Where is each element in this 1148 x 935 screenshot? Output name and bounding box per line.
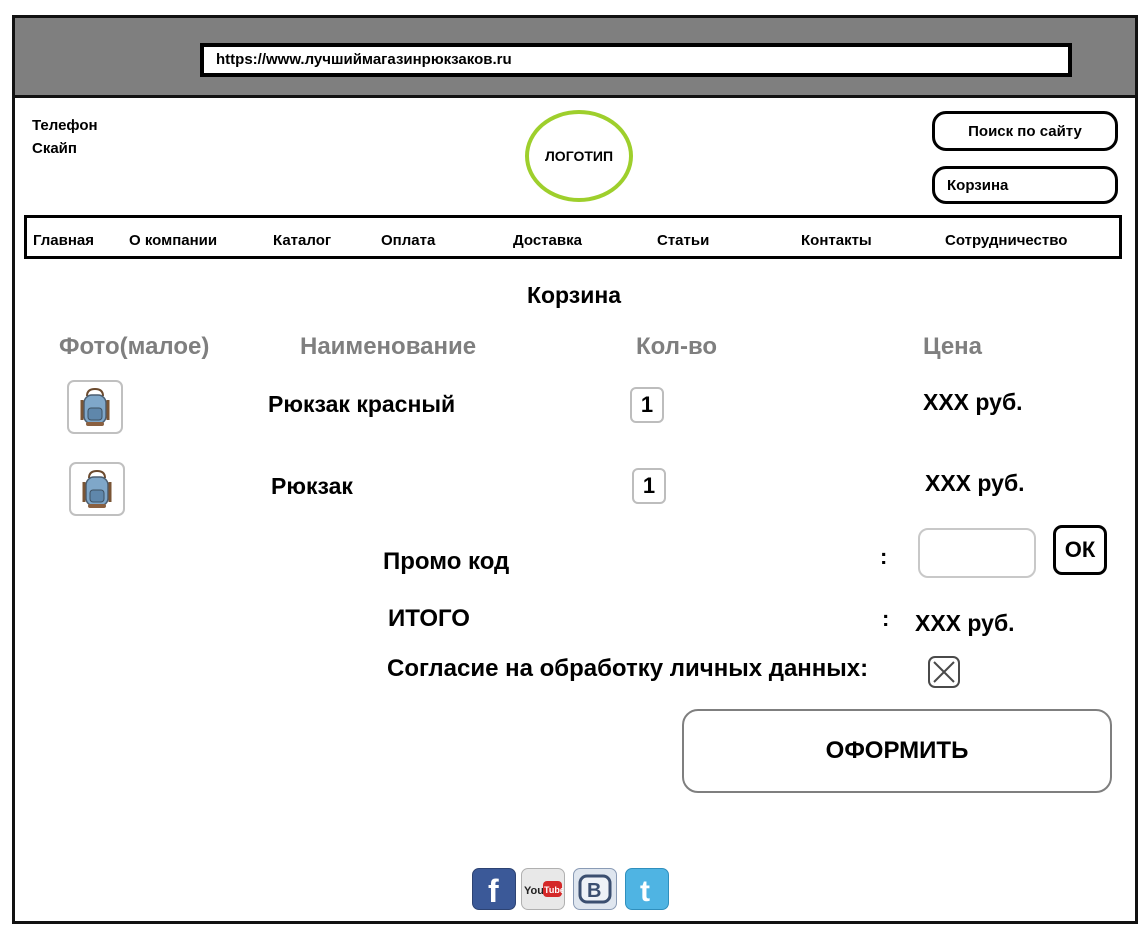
- backpack-icon: [82, 469, 112, 508]
- nav-item-about[interactable]: О компании: [129, 232, 217, 249]
- cart-button-label: Корзина: [947, 176, 1009, 194]
- svg-text:Tube: Tube: [544, 885, 563, 895]
- quantity-field[interactable]: 1: [632, 468, 666, 504]
- nav-item-catalog[interactable]: Каталог: [273, 232, 331, 249]
- quantity-field[interactable]: 1: [630, 387, 664, 423]
- contact-phone: Телефон: [32, 117, 98, 134]
- product-price: XXX руб.: [923, 389, 1023, 415]
- logo-label: ЛОГОТИП: [544, 148, 614, 164]
- col-header-name: Наименование: [300, 333, 477, 360]
- page-title: Корзина: [526, 282, 622, 308]
- nav-item-home[interactable]: Главная: [33, 232, 94, 249]
- product-thumbnail[interactable]: [67, 380, 123, 434]
- col-header-price: Цена: [923, 333, 983, 360]
- promo-colon: :: [880, 544, 888, 569]
- nav-item-contacts[interactable]: Контакты: [801, 232, 872, 249]
- product-thumbnail[interactable]: [69, 462, 125, 516]
- svg-text:t: t: [640, 875, 650, 905]
- svg-text:You: You: [524, 885, 544, 897]
- nav-item-articles[interactable]: Статьи: [657, 232, 709, 249]
- col-header-photo: Фото(малое): [59, 333, 210, 360]
- backpack-icon: [80, 387, 110, 426]
- total-colon: :: [882, 606, 890, 631]
- svg-text:f: f: [488, 873, 499, 905]
- svg-text:B: B: [587, 880, 601, 902]
- product-name[interactable]: Рюкзак красный: [268, 391, 455, 418]
- logo[interactable]: ЛОГОТИП: [525, 110, 633, 202]
- checkout-button[interactable]: ОФОРМИТЬ: [682, 709, 1112, 793]
- site-search-button[interactable]: Поиск по сайту: [932, 111, 1118, 151]
- promo-ok-button[interactable]: ОК: [1053, 525, 1107, 575]
- nav-item-delivery[interactable]: Доставка: [513, 232, 582, 249]
- consent-label: Согласие на обработку личных данных:: [387, 655, 869, 682]
- contact-skype: Скайп: [32, 140, 77, 157]
- nav-item-partnership[interactable]: Сотрудничество: [945, 232, 1067, 249]
- address-bar[interactable]: https://www.лучшиймагазинрюкзаков.ru: [200, 43, 1072, 77]
- vk-icon[interactable]: B: [573, 868, 617, 910]
- col-header-qty: Кол-во: [636, 333, 718, 360]
- facebook-icon[interactable]: f: [472, 868, 516, 910]
- nav-item-payment[interactable]: Оплата: [381, 232, 435, 249]
- total-value: XXX руб.: [915, 610, 1015, 636]
- product-price: XXX руб.: [925, 470, 1025, 496]
- total-label: ИТОГО: [388, 605, 470, 632]
- product-name[interactable]: Рюкзак: [271, 473, 353, 500]
- promo-code-label: Промо код: [383, 548, 510, 575]
- contacts-block: Телефон Скайп: [32, 114, 98, 160]
- consent-checkbox[interactable]: [927, 655, 961, 689]
- main-nav: Главная О компании Каталог Оплата Достав…: [24, 215, 1122, 259]
- promo-code-input[interactable]: [918, 528, 1036, 578]
- site-search-label: Поиск по сайту: [968, 122, 1082, 140]
- cart-button[interactable]: Корзина: [932, 166, 1118, 204]
- twitter-icon[interactable]: t: [625, 868, 669, 910]
- youtube-icon[interactable]: You Tube: [521, 868, 565, 910]
